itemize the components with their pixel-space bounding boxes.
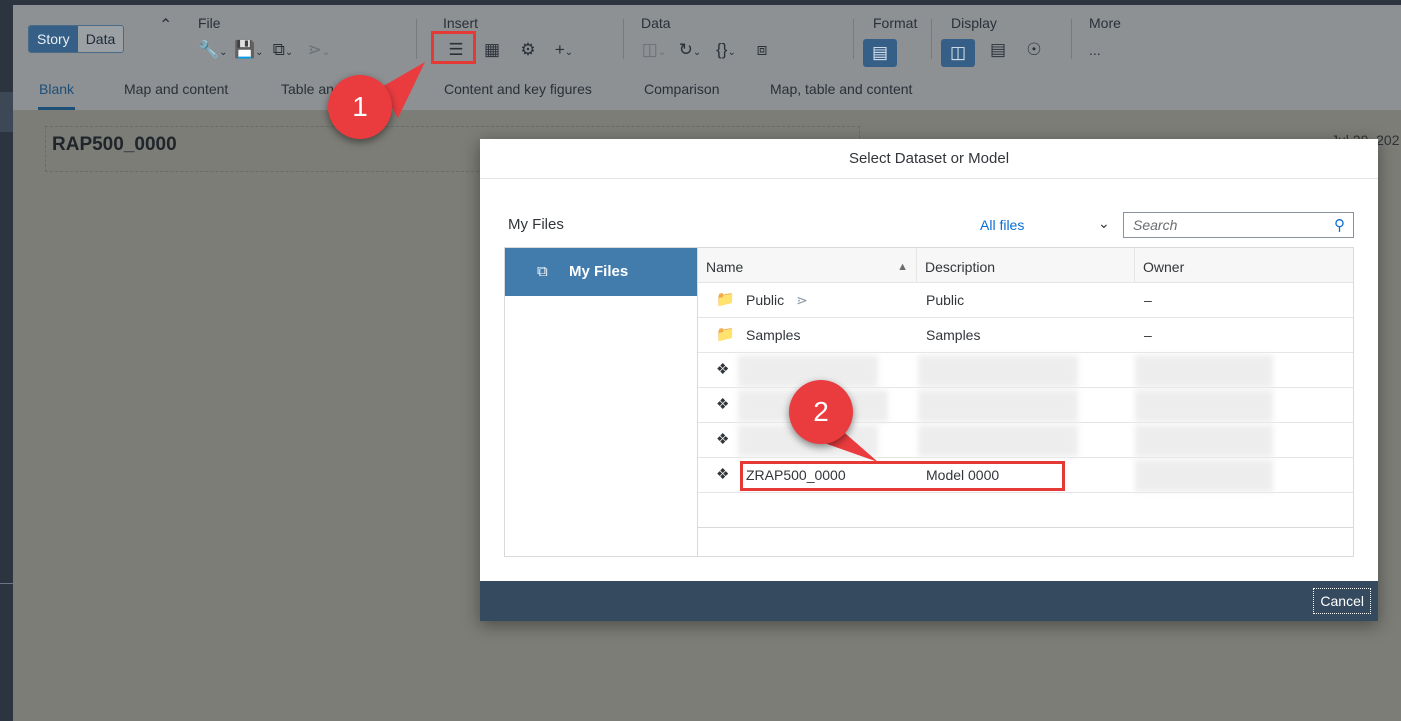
callout-1-badge: 1: [328, 75, 392, 139]
callout-2-badge: 2: [789, 380, 853, 444]
callout-arrows: [380, 62, 878, 462]
